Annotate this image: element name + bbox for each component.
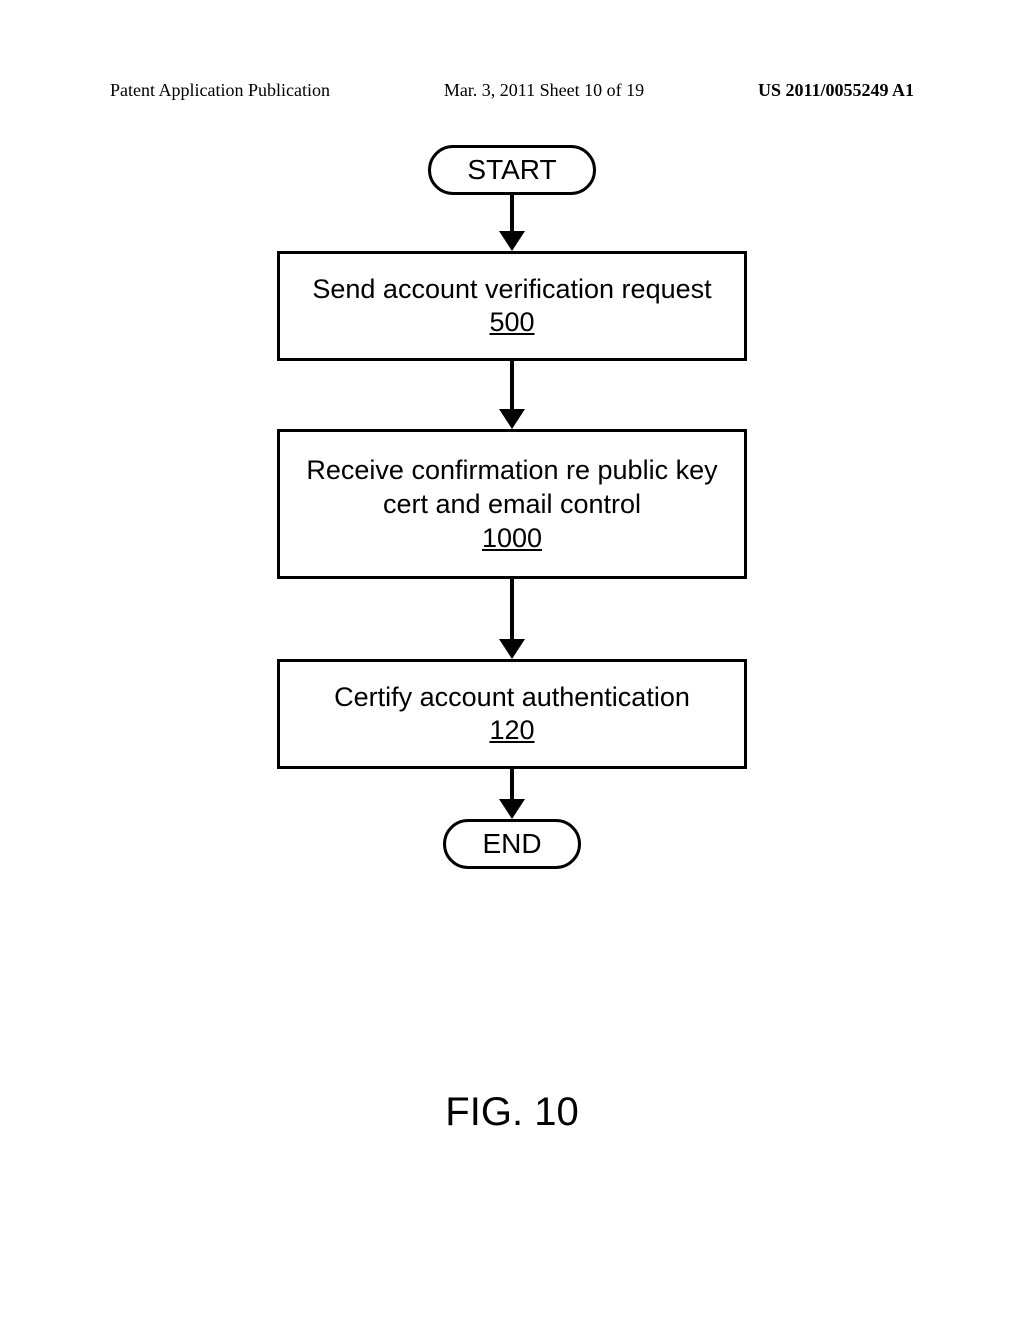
arrow-shaft (510, 195, 514, 231)
step-1-ref: 500 (489, 307, 534, 338)
step-3-ref: 120 (489, 715, 534, 746)
arrow-3 (499, 579, 525, 659)
step-1-text: Send account verification request (312, 274, 711, 305)
step-2: Receive confirmation re public key cert … (277, 429, 747, 579)
step-3-text: Certify account authentication (334, 682, 690, 713)
arrow-shaft (510, 361, 514, 409)
arrow-4 (499, 769, 525, 819)
page-header: Patent Application Publication Mar. 3, 2… (110, 80, 914, 101)
arrow-head-icon (499, 799, 525, 819)
flowchart: START Send account verification request … (277, 145, 747, 869)
arrow-head-icon (499, 231, 525, 251)
arrow-head-icon (499, 409, 525, 429)
arrow-head-icon (499, 639, 525, 659)
arrow-2 (499, 361, 525, 429)
step-3: Certify account authentication 120 (277, 659, 747, 769)
page: Patent Application Publication Mar. 3, 2… (0, 0, 1024, 1320)
step-2-ref: 1000 (482, 523, 542, 554)
step-2-text: Receive confirmation re public key cert … (290, 454, 734, 522)
header-date-sheet: Mar. 3, 2011 Sheet 10 of 19 (444, 80, 644, 101)
arrow-1 (499, 195, 525, 251)
arrow-shaft (510, 769, 514, 799)
header-publication: Patent Application Publication (110, 80, 330, 101)
arrow-shaft (510, 579, 514, 639)
step-1: Send account verification request 500 (277, 251, 747, 361)
figure-caption: FIG. 10 (445, 1090, 578, 1135)
start-terminator: START (428, 145, 595, 195)
header-pub-number: US 2011/0055249 A1 (758, 80, 914, 101)
end-terminator: END (443, 819, 580, 869)
